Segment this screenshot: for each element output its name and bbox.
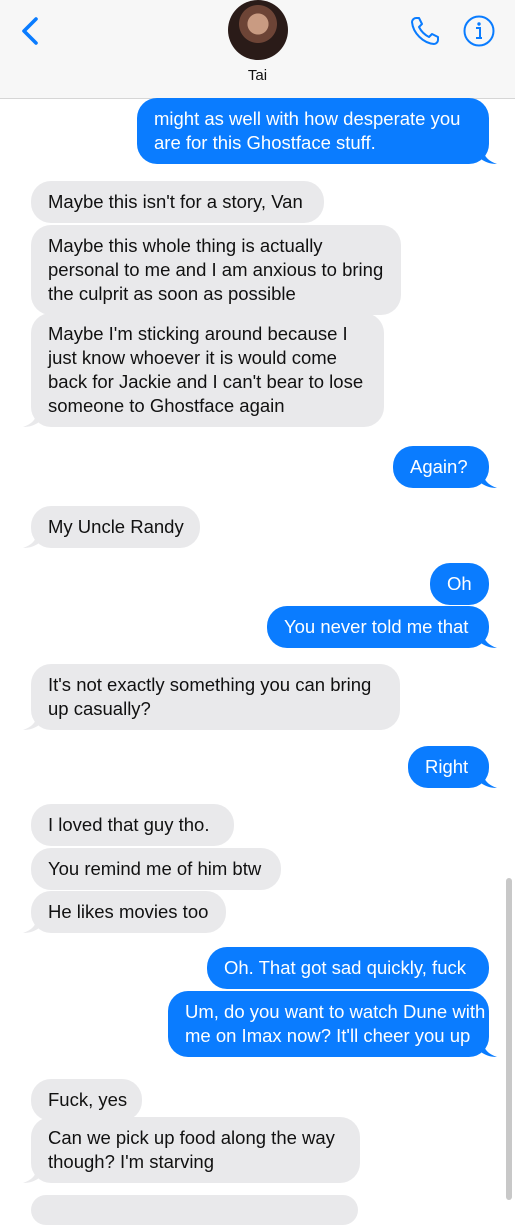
bubble-tail-icon	[23, 919, 39, 933]
message-text-line: are for this Ghostface stuff.	[154, 132, 376, 153]
incoming-message-bubble[interactable]: Can we pick up food along the way though?…	[31, 1117, 360, 1183]
outgoing-message-bubble[interactable]: Right	[408, 746, 489, 788]
message-text-line: Oh	[447, 573, 472, 594]
outgoing-message-bubble[interactable]: Oh. That got sad quickly, fuck	[207, 947, 489, 989]
back-chevron-icon[interactable]	[14, 14, 48, 48]
contact-name[interactable]: Tai	[0, 67, 515, 84]
incoming-message-bubble[interactable]: My Uncle Randy	[31, 506, 200, 548]
incoming-message-bubble[interactable]: I loved that guy tho.	[31, 804, 234, 846]
info-icon[interactable]	[462, 14, 496, 48]
phone-icon[interactable]	[408, 14, 442, 48]
message-text-line: the culprit as soon as possible	[48, 283, 296, 304]
incoming-message-bubble[interactable]: He likes movies too	[31, 891, 226, 933]
bubble-tail-icon	[23, 716, 39, 730]
bubble-tail-icon	[481, 1043, 497, 1057]
message-text-line: Maybe this whole thing is actually	[48, 235, 323, 256]
incoming-message-bubble[interactable]: Maybe this whole thing is actually person…	[31, 225, 401, 315]
message-text-line: Oh. That got sad quickly, fuck	[224, 957, 466, 978]
outgoing-message-bubble[interactable]: Oh	[430, 563, 489, 605]
message-text-line: You remind me of him btw	[48, 858, 262, 879]
message-text-line: Again?	[410, 456, 468, 477]
bubble-tail-icon	[481, 474, 497, 488]
conversation-header: Tai	[0, 0, 515, 99]
incoming-message-bubble[interactable]: Maybe this isn't for a story, Van	[31, 181, 324, 223]
bubble-tail-icon	[481, 634, 497, 648]
outgoing-message-bubble[interactable]: You never told me that	[267, 606, 489, 648]
message-text-line: just know whoever it is would come	[48, 347, 337, 368]
scrollbar[interactable]	[506, 878, 512, 1200]
contact-avatar[interactable]	[228, 0, 288, 60]
bubble-tail-icon	[23, 1169, 39, 1183]
message-text-line: My Uncle Randy	[48, 516, 184, 537]
message-text-line: Can we pick up food along the way	[48, 1127, 335, 1148]
message-text-line: Right	[425, 756, 469, 777]
message-text-line: someone to Ghostface again	[48, 395, 285, 416]
incoming-message-bubble[interactable]: You remind me of him btw	[31, 848, 281, 890]
incoming-message-bubble[interactable]: It's not exactly something you can bring…	[31, 664, 400, 730]
message-text-line: back for Jackie and I can't bear to lose	[48, 371, 364, 392]
message-text-line: He likes movies too	[48, 901, 209, 922]
incoming-message-bubble[interactable]: Fuck, yes	[31, 1079, 142, 1121]
message-text-line: me on Imax now? It'll cheer you up	[185, 1025, 471, 1046]
bubble-tail-icon	[481, 774, 497, 788]
message-text-line: You never told me that	[284, 616, 469, 637]
bubble-tail-icon	[23, 534, 39, 548]
message-text-line: It's not exactly something you can bring	[48, 674, 372, 695]
bubble-tail-icon	[481, 150, 497, 164]
message-text-line: though? I'm starving	[48, 1151, 215, 1172]
message-text-line: Fuck, yes	[48, 1089, 128, 1110]
incoming-message-bubble[interactable]: Maybe I'm sticking around because I just …	[31, 313, 384, 427]
message-text-line: Maybe I'm sticking around because I	[48, 323, 348, 344]
message-text-line: personal to me and I am anxious to bring	[48, 259, 384, 280]
outgoing-message-bubble[interactable]: might as well with how desperate you are …	[137, 98, 489, 164]
message-text-line: Maybe this isn't for a story, Van	[48, 191, 303, 212]
message-text-line: I loved that guy tho.	[48, 814, 210, 835]
message-text-line: Um, do you want to watch Dune with	[185, 1001, 486, 1022]
message-thread[interactable]: might as well with how desperate you are …	[0, 98, 515, 1225]
outgoing-message-bubble[interactable]: Um, do you want to watch Dune with me on …	[168, 991, 489, 1057]
bubble-tail-icon	[23, 413, 39, 427]
outgoing-message-bubble[interactable]: Again?	[393, 446, 489, 488]
message-text-line: might as well with how desperate you	[154, 108, 461, 129]
message-text-line: up casually?	[48, 698, 151, 719]
